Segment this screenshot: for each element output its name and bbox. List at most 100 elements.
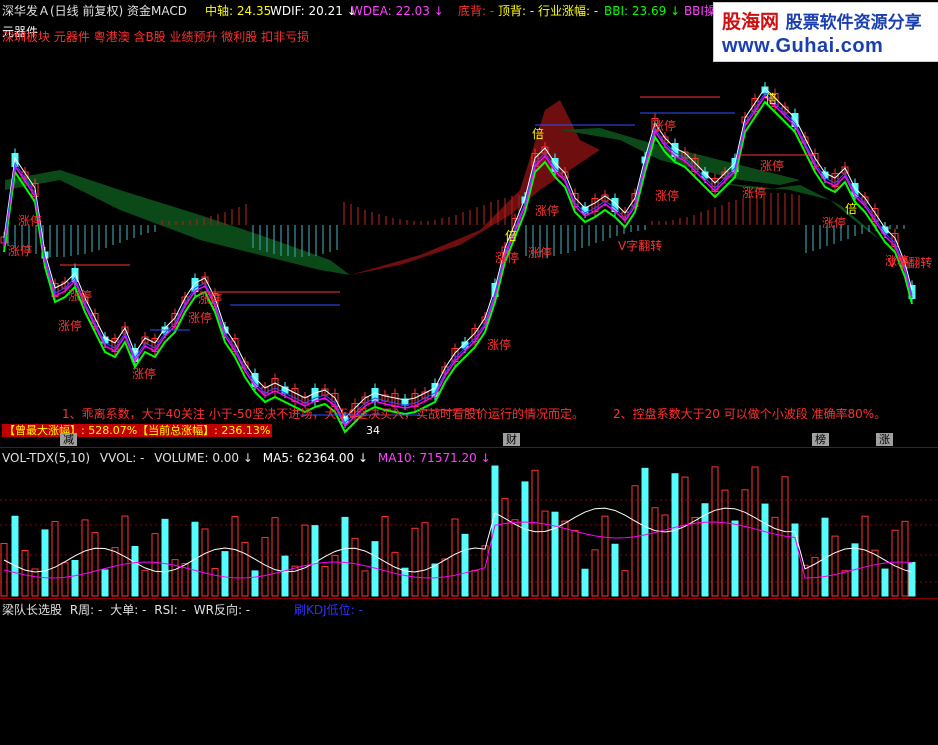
double-label: 倍	[845, 201, 857, 216]
volume-bar	[908, 561, 916, 597]
volume-bar	[411, 527, 419, 597]
volume-bar	[491, 465, 499, 597]
volume-bar	[321, 566, 329, 597]
limit-up-label: 涨停	[18, 213, 42, 228]
volume-bar	[361, 570, 369, 597]
volume-bar	[461, 533, 469, 597]
arrow-down-icon: ↓	[670, 4, 681, 18]
volume-bar	[881, 568, 889, 597]
turn-label: V字翻转	[888, 255, 932, 270]
volume-bar	[61, 562, 69, 597]
double-label: 倍	[765, 91, 777, 106]
bottom-indicator-header: 梁队长选股 R周: - 大单: - RSI: - WR反向: - 刷KDJ低位:…	[2, 603, 363, 617]
volume-bar	[741, 489, 749, 597]
volume-bar	[341, 516, 349, 597]
volume-bar	[301, 524, 309, 597]
volume-bar	[471, 569, 479, 597]
volume-bar	[141, 569, 149, 597]
volume-bar	[51, 521, 59, 597]
watermark-url: www.Guhai.com	[722, 35, 884, 57]
limit-up-label: 涨停	[58, 318, 82, 333]
volume-pane-divider	[0, 598, 938, 599]
note-line-1: 1、乖离系数，大于40关注 小于-50坚决不进场，大于0坚决买入，实战时看股价运…	[62, 407, 584, 421]
volume-bar	[901, 520, 909, 597]
volume-bar	[0, 543, 8, 597]
volume-bar	[671, 473, 679, 597]
volume-bar	[551, 511, 559, 597]
volume-bar	[641, 467, 649, 597]
volume-bar	[571, 530, 579, 597]
zhongzhou-indicator: 中轴: 24.35	[205, 4, 272, 18]
volume-bar	[731, 520, 739, 597]
volume-bar	[221, 551, 229, 597]
volume-bar	[791, 523, 799, 597]
volume-bar	[261, 537, 269, 597]
event-marker-bang[interactable]: 榜	[812, 433, 829, 446]
green-ribbon-2	[560, 128, 800, 185]
volume-bar	[681, 476, 689, 597]
guhai-watermark: 股海网 股票软件资源分享 www.Guhai.com	[713, 2, 938, 62]
wdea-indicator: WDEA: 22.03 ↓	[351, 4, 444, 18]
limit-up-label: 涨停	[652, 118, 676, 133]
volume-bar	[611, 543, 619, 597]
note-line-2: 2、控盘系数大于20 可以做个小波段 准确率80%。	[613, 407, 887, 421]
hangye-indicator: 行业涨幅: -	[538, 4, 599, 18]
volume-bar	[861, 515, 869, 597]
volume-bar	[131, 545, 139, 597]
double-label: 倍	[505, 228, 517, 243]
volume-bar	[621, 570, 629, 597]
volume-bar	[11, 515, 19, 597]
turn-label: V字翻转	[618, 238, 662, 253]
volume-bar	[521, 481, 529, 597]
arrow-down-icon: ↓	[242, 451, 253, 465]
volume-bar	[501, 497, 509, 597]
event-marker-zhang[interactable]: 涨	[876, 433, 893, 446]
volume-bar	[431, 563, 439, 597]
volume-bar	[711, 466, 719, 597]
volume-bar	[751, 466, 759, 597]
volume-bar	[231, 515, 239, 597]
volume-bar	[71, 559, 79, 597]
gain-summary: 【曾最大涨幅】: 528.07%【当前总涨幅】: 236.13%	[2, 424, 273, 437]
event-marker-jian[interactable]: 减	[60, 433, 77, 446]
arrow-down-icon: ↓	[480, 451, 491, 465]
volume-bar	[601, 515, 609, 597]
volume-bar	[241, 541, 249, 597]
volume-header: VOL-TDX(5,10) VVOL: - VOLUME: 0.00 ↓ MA5…	[2, 451, 491, 465]
limit-up-label: 涨停	[655, 188, 679, 203]
main-pane-divider	[0, 447, 938, 448]
double-label: 倍	[532, 126, 544, 141]
volume-bar	[841, 570, 849, 597]
limit-up-label: 涨停	[760, 158, 784, 173]
volume-bar	[91, 532, 99, 597]
volume-bar	[21, 550, 29, 597]
volume-bar	[421, 522, 429, 597]
volume-bar	[831, 535, 839, 597]
price-low-label: 34	[366, 424, 380, 437]
volume-bar	[351, 537, 359, 597]
limit-up-label: 涨停	[528, 245, 552, 260]
volume-bar	[151, 533, 159, 597]
volume-bar	[581, 568, 589, 597]
event-marker-cai[interactable]: 财	[503, 433, 520, 446]
sector-list: 深圳板块 元器件 粤港澳 含B股 业绩预升 微利股 扣非亏损	[2, 30, 310, 44]
volume-bar	[161, 518, 169, 597]
red-ribbon	[350, 100, 600, 275]
volume-bar	[101, 569, 109, 597]
limit-up-label: 涨停	[535, 203, 559, 218]
volume-bar	[281, 555, 289, 597]
kline-chart[interactable]: 涨停涨停涨停涨停涨停涨停涨停涨停涨停 涨停涨停涨停涨停 涨停涨停涨停涨停倍倍倍倍V字…	[0, 0, 938, 745]
dibei-indicator: 底背: -	[458, 4, 495, 18]
limit-up-label: 涨停	[8, 243, 32, 258]
dingbei-indicator: 顶背: -	[498, 4, 535, 18]
chart-header: 深华发Ａ(日线 前复权) 资金MACD	[2, 4, 187, 18]
limit-up-label: 涨停	[495, 250, 519, 265]
volume-bar	[271, 517, 279, 597]
ma-slow-line	[3, 100, 913, 434]
arrow-down-icon: ↓	[433, 4, 444, 18]
bbi-indicator: BBI: 23.69 ↓ BBI操	[604, 4, 716, 18]
limit-up-label: 涨停	[198, 291, 222, 306]
stock-title[interactable]: 深华发Ａ(日线 前复权) 资金MACD	[2, 4, 187, 18]
green-ribbon	[5, 170, 350, 275]
volume-bar	[631, 485, 639, 597]
